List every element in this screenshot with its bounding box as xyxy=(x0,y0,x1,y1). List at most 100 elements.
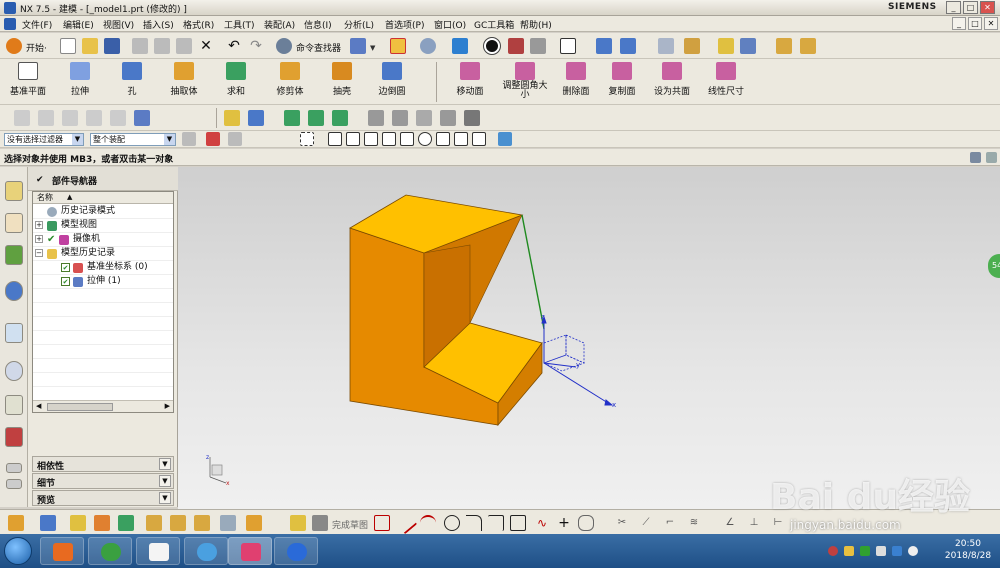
plane-icon[interactable] xyxy=(70,515,86,531)
point-icon[interactable] xyxy=(40,515,56,531)
curve-icon[interactable] xyxy=(248,110,264,126)
fit-view-icon[interactable] xyxy=(390,38,406,54)
sketch-icon[interactable] xyxy=(290,515,306,531)
surface-3-icon[interactable] xyxy=(62,110,78,126)
sync-3-icon[interactable] xyxy=(332,110,348,126)
tray-app-icon[interactable] xyxy=(892,546,902,556)
layer-icon[interactable] xyxy=(658,38,674,54)
render-style-icon[interactable] xyxy=(452,38,468,54)
arc-icon[interactable] xyxy=(420,515,436,531)
scroll-left-icon[interactable]: ◀ xyxy=(36,402,41,410)
on-curve-icon[interactable] xyxy=(472,132,486,146)
studio-spline-icon[interactable]: ∿ xyxy=(534,515,550,531)
new-file-icon[interactable] xyxy=(60,38,76,54)
constraint-icon[interactable]: ⊥ xyxy=(746,515,762,531)
linear-dimension-button[interactable]: 线性尺寸 xyxy=(704,60,748,104)
shaded-icon[interactable] xyxy=(483,37,501,55)
menu-tools[interactable]: 工具(T) xyxy=(224,18,255,31)
axis-icon[interactable] xyxy=(94,515,110,531)
tree-row[interactable]: ✔ 基准坐标系 (0) xyxy=(33,261,173,275)
unite-button[interactable]: 求和 xyxy=(216,60,256,104)
horizontal-scrollbar[interactable]: ◀ ▶ xyxy=(33,400,173,412)
tree-row[interactable]: ✔ 拉伸 (1) xyxy=(33,275,173,289)
surface-5-icon[interactable] xyxy=(110,110,126,126)
info-icon[interactable] xyxy=(5,281,23,301)
quadrant-icon[interactable] xyxy=(436,132,450,146)
finish-sketch-icon[interactable] xyxy=(312,515,328,531)
tray-speaker-icon[interactable] xyxy=(828,546,838,556)
quick-extend-icon[interactable]: ⟋ xyxy=(638,515,654,531)
tray-shield-icon[interactable] xyxy=(860,546,870,556)
profile-icon[interactable] xyxy=(374,515,390,531)
maximize-button[interactable]: □ xyxy=(963,1,978,14)
pin-icon[interactable]: ✔ xyxy=(36,175,44,185)
offset-curve-icon[interactable]: ≋ xyxy=(686,515,702,531)
taskbar-app-nx[interactable] xyxy=(228,537,272,565)
system-clock[interactable]: 20:50 2018/8/28 xyxy=(940,538,996,562)
snap-icon[interactable] xyxy=(8,515,24,531)
expand-icon[interactable]: + xyxy=(35,221,43,229)
selection-icon[interactable] xyxy=(350,38,366,54)
tree-row[interactable]: + ✔ 摄像机 xyxy=(33,233,173,247)
rectangle-select-icon[interactable] xyxy=(300,132,314,146)
extract-body-button[interactable]: 抽取体 xyxy=(164,60,204,104)
snap-icon[interactable] xyxy=(718,38,734,54)
scroll-down-icon[interactable] xyxy=(6,479,22,489)
chevron-down-icon[interactable]: ▼ xyxy=(159,458,171,470)
chevron-down-icon[interactable]: ▼ xyxy=(159,492,171,504)
start-button[interactable]: 开始· xyxy=(26,41,47,54)
sync-2-icon[interactable] xyxy=(308,110,324,126)
background-icon[interactable] xyxy=(560,38,576,54)
make-corner-icon[interactable]: ⌐ xyxy=(662,515,678,531)
rectangle-icon[interactable] xyxy=(510,515,526,531)
taskbar-app-360[interactable] xyxy=(40,537,84,565)
model-canvas[interactable]: z x y z x xyxy=(178,167,1000,509)
section-view-icon[interactable] xyxy=(508,38,524,54)
extrude-button[interactable]: 拉伸 xyxy=(60,60,100,104)
tray-security-icon[interactable] xyxy=(844,546,854,556)
line-icon[interactable] xyxy=(394,511,418,535)
circle-tool-icon[interactable] xyxy=(444,515,460,531)
taskbar-app-notepad[interactable] xyxy=(136,537,180,565)
menu-view[interactable]: 视图(V) xyxy=(103,18,134,31)
polygon-icon[interactable] xyxy=(578,515,594,531)
pattern-icon[interactable] xyxy=(170,515,186,531)
taskbar-app-paint[interactable] xyxy=(184,537,228,565)
paste-icon[interactable] xyxy=(176,38,192,54)
delete-icon[interactable]: ✕ xyxy=(198,38,214,54)
auto-constraint-icon[interactable]: ⊢ xyxy=(770,515,786,531)
menu-preferences[interactable]: 首选项(P) xyxy=(385,18,424,31)
doc-minimize-button[interactable]: _ xyxy=(952,17,966,30)
move-layer-icon[interactable] xyxy=(684,38,700,54)
chamfer-icon[interactable] xyxy=(488,515,504,531)
undo-icon[interactable]: ↶ xyxy=(226,38,242,54)
pencil-icon[interactable] xyxy=(224,110,240,126)
midpoint-icon[interactable] xyxy=(346,132,360,146)
wcs-origin-icon[interactable] xyxy=(620,38,636,54)
point-icon[interactable] xyxy=(740,38,756,54)
part-navigator-icon[interactable] xyxy=(5,245,23,265)
copy-face-button[interactable]: 复制面 xyxy=(602,60,642,104)
reuse-library-icon[interactable] xyxy=(5,323,23,343)
preview-panel[interactable]: 预览 ▼ xyxy=(32,490,174,506)
make-coplanar-button[interactable]: 设为共面 xyxy=(650,60,694,104)
scroll-right-icon[interactable]: ▶ xyxy=(165,402,170,410)
rotate-view-icon[interactable] xyxy=(420,38,436,54)
chevron-down-icon[interactable]: ▼ xyxy=(159,475,171,487)
csys-icon[interactable] xyxy=(118,515,134,531)
intersection-icon[interactable] xyxy=(382,132,396,146)
scrollbar-thumb[interactable] xyxy=(47,403,113,411)
move-face-button[interactable]: 移动面 xyxy=(450,60,490,104)
menu-window[interactable]: 窗口(O) xyxy=(434,18,466,31)
measure-angle-icon[interactable] xyxy=(800,38,816,54)
command-finder-button[interactable]: 命令查找器 xyxy=(296,41,341,54)
open-folder-icon[interactable] xyxy=(82,38,98,54)
chevron-down-icon[interactable]: ▼ xyxy=(370,44,375,52)
menu-format[interactable]: 格式(R) xyxy=(183,18,214,31)
menu-info[interactable]: 信息(I) xyxy=(304,18,332,31)
resize-blend-button[interactable]: 调整圆角大小 xyxy=(500,60,550,104)
tree-column-header[interactable]: 名称 ▲ xyxy=(33,192,173,204)
collapse-icon[interactable]: − xyxy=(35,249,43,257)
fillet-icon[interactable] xyxy=(466,515,482,531)
taskbar-app-browser[interactable] xyxy=(88,537,132,565)
